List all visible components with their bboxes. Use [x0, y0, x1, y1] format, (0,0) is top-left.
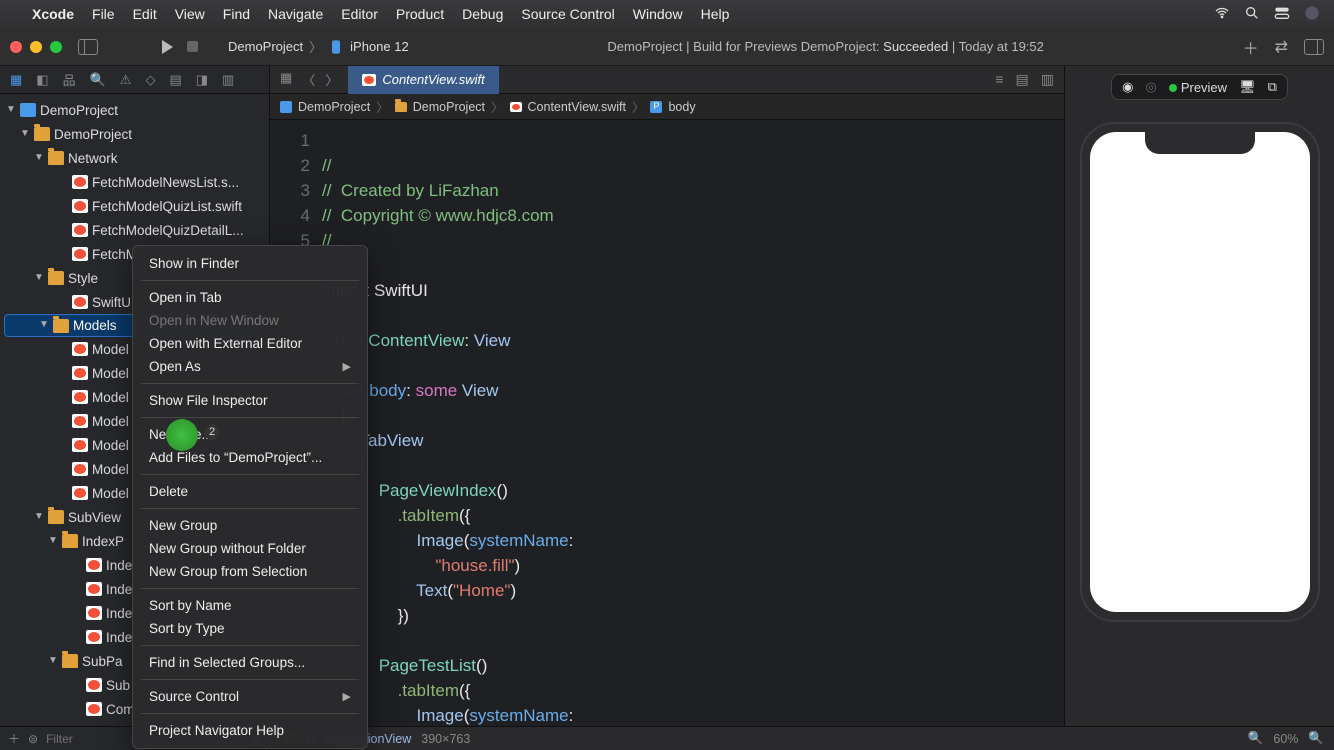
project-navigator-tab-icon[interactable]: ▦ [10, 72, 22, 88]
app-name[interactable]: Xcode [32, 6, 74, 22]
navigator-tabs[interactable]: ▦ ◧ 品 🔍 ⚠ ◇ ▤ ◨ ▥ [0, 66, 269, 94]
ctx-open-external[interactable]: Open with External Editor [133, 332, 367, 355]
xcode-toolbar: DemoProject 〉 iPhone 12 DemoProject | Bu… [0, 28, 1334, 66]
zoom-in-icon[interactable]: 🔍 [1308, 731, 1324, 746]
chevron-right-icon: 〉 [309, 37, 322, 56]
menu-editor[interactable]: Editor [341, 6, 378, 22]
user-icon[interactable] [1304, 5, 1320, 24]
preview-status: Preview [1169, 80, 1227, 95]
add-icon[interactable]: ＋ [1243, 35, 1259, 59]
menu-navigate[interactable]: Navigate [268, 6, 323, 22]
preview-screen[interactable] [1090, 132, 1310, 612]
editor-options-icon[interactable]: ≡ [995, 71, 1003, 88]
run-preview-icon[interactable]: ◉ [1122, 79, 1133, 95]
menu-product[interactable]: Product [396, 6, 444, 22]
close-window-icon[interactable] [10, 41, 22, 53]
ctx-nav-help[interactable]: Project Navigator Help [133, 719, 367, 742]
ctx-sort-type[interactable]: Sort by Type [133, 617, 367, 640]
scheme-selector[interactable]: DemoProject 〉 iPhone 12 [222, 37, 409, 56]
zoom-window-icon[interactable] [50, 41, 62, 53]
symbol-navigator-tab-icon[interactable]: 品 [63, 70, 76, 89]
report-navigator-tab-icon[interactable]: ▥ [222, 72, 234, 88]
swift-file-icon [362, 74, 376, 86]
ctx-new-group[interactable]: New Group [133, 514, 367, 537]
chevron-right-icon: ▶ [343, 360, 351, 373]
menu-find[interactable]: Find [223, 6, 250, 22]
add-file-icon[interactable]: ＋ [8, 730, 20, 747]
swift-file-icon [510, 102, 522, 112]
macos-menubar: Xcode File Edit View Find Navigate Edito… [0, 0, 1334, 28]
device-frame [1080, 122, 1320, 622]
device-settings-icon[interactable]: 🖥 [1239, 79, 1256, 95]
toggle-inspector-icon[interactable] [1304, 39, 1324, 55]
ctx-open-as[interactable]: Open As▶ [133, 355, 367, 378]
test-navigator-tab-icon[interactable]: ◇ [145, 72, 155, 88]
breakpoint-navigator-tab-icon[interactable]: ◨ [196, 72, 208, 88]
canvas-bottom-bar: 📌 ⟨⟩ NavigationView 390×763 🔍 60% 🔍 [270, 726, 1334, 750]
duplicate-preview-icon[interactable]: ⧉ [1268, 79, 1277, 95]
canvas-preview: ◉ ◎ Preview 🖥 ⧉ [1064, 66, 1334, 750]
preview-size: 390×763 [421, 732, 470, 746]
nav-forward-icon[interactable]: 〉 [325, 70, 338, 89]
context-menu[interactable]: Show in Finder Open in Tab Open in New W… [132, 245, 368, 749]
debug-navigator-tab-icon[interactable]: ▤ [169, 72, 181, 88]
menu-debug[interactable]: Debug [462, 6, 503, 22]
related-items-icon[interactable]: ▦ [280, 70, 292, 89]
ctx-add-files[interactable]: Add Files to “DemoProject”... [133, 446, 367, 469]
find-navigator-tab-icon[interactable]: 🔍 [90, 72, 106, 88]
spotlight-icon[interactable] [1244, 5, 1260, 24]
scm-navigator-tab-icon[interactable]: ◧ [36, 72, 48, 88]
scheme-device: iPhone 12 [350, 39, 409, 54]
menu-help[interactable]: Help [701, 6, 730, 22]
add-editor-icon[interactable]: ▥ [1041, 71, 1054, 88]
issue-navigator-tab-icon[interactable]: ⚠ [120, 72, 132, 88]
filter-icon[interactable]: ⊜ [28, 732, 38, 746]
tutorial-highlight [166, 419, 198, 451]
adjust-editor-icon[interactable]: ▤ [1016, 71, 1029, 88]
editor-tabbar: ▦ 〈 〉 ContentView.swift ≡ ▤ ▥ [270, 66, 1064, 94]
stop-button[interactable] [187, 41, 198, 52]
preview-toolbar[interactable]: ◉ ◎ Preview 🖥 ⧉ [1111, 74, 1288, 100]
wifi-icon[interactable] [1214, 5, 1230, 24]
ctx-new-group-sel[interactable]: New Group from Selection [133, 560, 367, 583]
zoom-out-icon[interactable]: 🔍 [1248, 731, 1264, 746]
library-icon[interactable]: ⇄ [1275, 37, 1288, 57]
ctx-new-group-nf[interactable]: New Group without Folder [133, 537, 367, 560]
property-icon: P [650, 101, 662, 113]
ctx-source-control[interactable]: Source Control▶ [133, 685, 367, 708]
code-editor[interactable]: 12345 // // Created by LiFazhan // Copyr… [270, 120, 1064, 750]
ctx-open-in-tab[interactable]: Open in Tab [133, 286, 367, 309]
nav-back-icon[interactable]: 〈 [302, 70, 315, 89]
traffic-lights[interactable] [10, 41, 62, 53]
minimize-window-icon[interactable] [30, 41, 42, 53]
active-tab[interactable]: ContentView.swift [348, 66, 498, 94]
control-center-icon[interactable] [1274, 5, 1290, 24]
toggle-navigator-icon[interactable] [78, 39, 98, 55]
menu-file[interactable]: File [92, 6, 115, 22]
menu-view[interactable]: View [175, 6, 205, 22]
ctx-open-new-window: Open in New Window [133, 309, 367, 332]
device-icon [328, 39, 344, 55]
scheme-target: DemoProject [228, 39, 303, 54]
ctx-delete[interactable]: Delete [133, 480, 367, 503]
ctx-show-inspector[interactable]: Show File Inspector [133, 389, 367, 412]
jump-bar[interactable]: DemoProject〉 DemoProject〉 ContentView.sw… [270, 94, 1064, 120]
pin-preview-icon[interactable]: ◎ [1145, 79, 1156, 95]
menu-scm[interactable]: Source Control [521, 6, 614, 22]
ctx-show-in-finder[interactable]: Show in Finder [133, 252, 367, 275]
folder-icon [395, 102, 407, 112]
project-icon [280, 101, 292, 113]
run-button[interactable] [162, 40, 173, 54]
menu-edit[interactable]: Edit [133, 6, 157, 22]
build-status: DemoProject | Build for Previews DemoPro… [419, 39, 1233, 54]
ctx-find-selected[interactable]: Find in Selected Groups... [133, 651, 367, 674]
tutorial-step-badge: 2 [204, 424, 220, 440]
chevron-right-icon: ▶ [343, 690, 351, 703]
menu-window[interactable]: Window [633, 6, 683, 22]
ctx-sort-name[interactable]: Sort by Name [133, 594, 367, 617]
zoom-level: 60% [1273, 732, 1298, 746]
